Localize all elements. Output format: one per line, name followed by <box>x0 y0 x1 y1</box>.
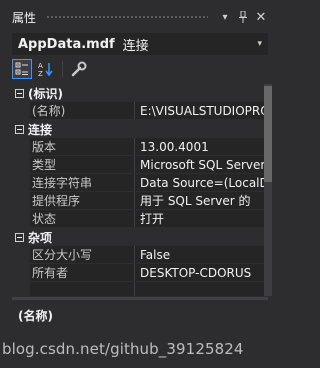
property-name: 区分大小写 <box>30 246 135 263</box>
drag-grip[interactable] <box>46 14 208 20</box>
row-gutter <box>12 282 30 296</box>
category-identity[interactable]: (标识) <box>12 84 264 102</box>
property-row[interactable]: 版本 13.00.4001 <box>12 138 264 156</box>
category-misc[interactable]: 杂项 <box>12 228 264 246</box>
row-gutter <box>12 102 30 119</box>
property-name: 提供程序 <box>30 192 135 209</box>
property-name: 状态 <box>30 210 135 227</box>
pin-icon[interactable] <box>236 9 250 25</box>
row-gutter <box>12 264 30 281</box>
property-value[interactable]: E:\VISUALSTUDIOPRO <box>135 102 264 119</box>
alpha-label-bottom: Z <box>38 70 43 77</box>
chevron-down-icon[interactable]: ▾ <box>257 39 262 49</box>
property-row[interactable]: 状态 打开 <box>12 210 264 228</box>
property-value[interactable]: False <box>135 246 264 263</box>
row-gutter <box>12 138 30 155</box>
property-value[interactable]: Data Source=(LocalDB) <box>135 174 264 191</box>
object-name: AppData.mdf <box>18 36 115 52</box>
categorized-icon[interactable] <box>12 59 32 79</box>
close-icon[interactable]: ✕ <box>254 9 268 25</box>
watermark-text: blog.csdn.net/github_39125824 <box>2 340 244 358</box>
property-name: (名称) <box>30 102 135 119</box>
category-connection[interactable]: 连接 <box>12 120 264 138</box>
collapse-icon[interactable] <box>15 88 24 98</box>
properties-toolbar: A Z <box>12 58 93 80</box>
title-bar: 属性 ▾ ✕ <box>0 6 276 28</box>
vertical-scrollbar[interactable] <box>264 84 272 296</box>
property-name: 连接字符串 <box>30 174 135 191</box>
row-gutter <box>12 156 30 173</box>
property-row[interactable]: 区分大小写 False <box>12 246 264 264</box>
property-row[interactable]: 提供程序 用于 SQL Server 的 <box>12 192 264 210</box>
property-row[interactable] <box>12 282 264 296</box>
alpha-label-top: A <box>38 62 43 70</box>
object-type: 连接 <box>122 38 149 54</box>
toolbar-separator <box>62 61 63 77</box>
row-gutter <box>12 210 30 227</box>
description-splitter[interactable] <box>12 297 268 300</box>
row-gutter <box>12 246 30 263</box>
properties-window: 属性 ▾ ✕ AppData.mdf 连接 ▾ A Z (标识) (名称) E:… <box>0 0 276 368</box>
property-value[interactable]: 打开 <box>135 210 264 227</box>
description-title: (名称) <box>18 309 53 323</box>
property-row[interactable]: 所有者 DESKTOP-CDORUS <box>12 264 264 282</box>
property-row[interactable]: (名称) E:\VISUALSTUDIOPRO <box>12 102 264 120</box>
property-row[interactable]: 类型 Microsoft SQL Server <box>12 156 264 174</box>
alphabetical-icon[interactable]: A Z <box>36 59 56 79</box>
category-label: 杂项 <box>28 230 53 245</box>
property-name: 类型 <box>30 156 135 173</box>
scrollbar-thumb[interactable] <box>264 86 272 182</box>
property-value[interactable]: 用于 SQL Server 的 <box>135 192 264 209</box>
row-gutter <box>12 174 30 191</box>
property-name: 所有者 <box>30 264 135 281</box>
collapse-icon[interactable] <box>15 232 24 242</box>
property-name <box>30 282 135 296</box>
property-grid: (标识) (名称) E:\VISUALSTUDIOPRO 连接 版本 13.00… <box>12 84 264 296</box>
property-row[interactable]: 连接字符串 Data Source=(LocalDB) <box>12 174 264 192</box>
category-label: (标识) <box>28 86 63 101</box>
property-name: 版本 <box>30 138 135 155</box>
wrench-icon[interactable] <box>69 59 89 79</box>
row-gutter <box>12 192 30 209</box>
property-value[interactable]: 13.00.4001 <box>135 138 264 155</box>
property-value[interactable]: DESKTOP-CDORUS <box>135 264 264 281</box>
property-value[interactable] <box>135 282 264 296</box>
collapse-icon[interactable] <box>15 124 24 134</box>
object-selector[interactable]: AppData.mdf 连接 ▾ <box>12 33 268 55</box>
window-title: 属性 <box>12 10 37 25</box>
window-menu-dropdown-icon[interactable]: ▾ <box>218 9 232 25</box>
property-value[interactable]: Microsoft SQL Server <box>135 156 264 173</box>
category-label: 连接 <box>28 122 53 137</box>
